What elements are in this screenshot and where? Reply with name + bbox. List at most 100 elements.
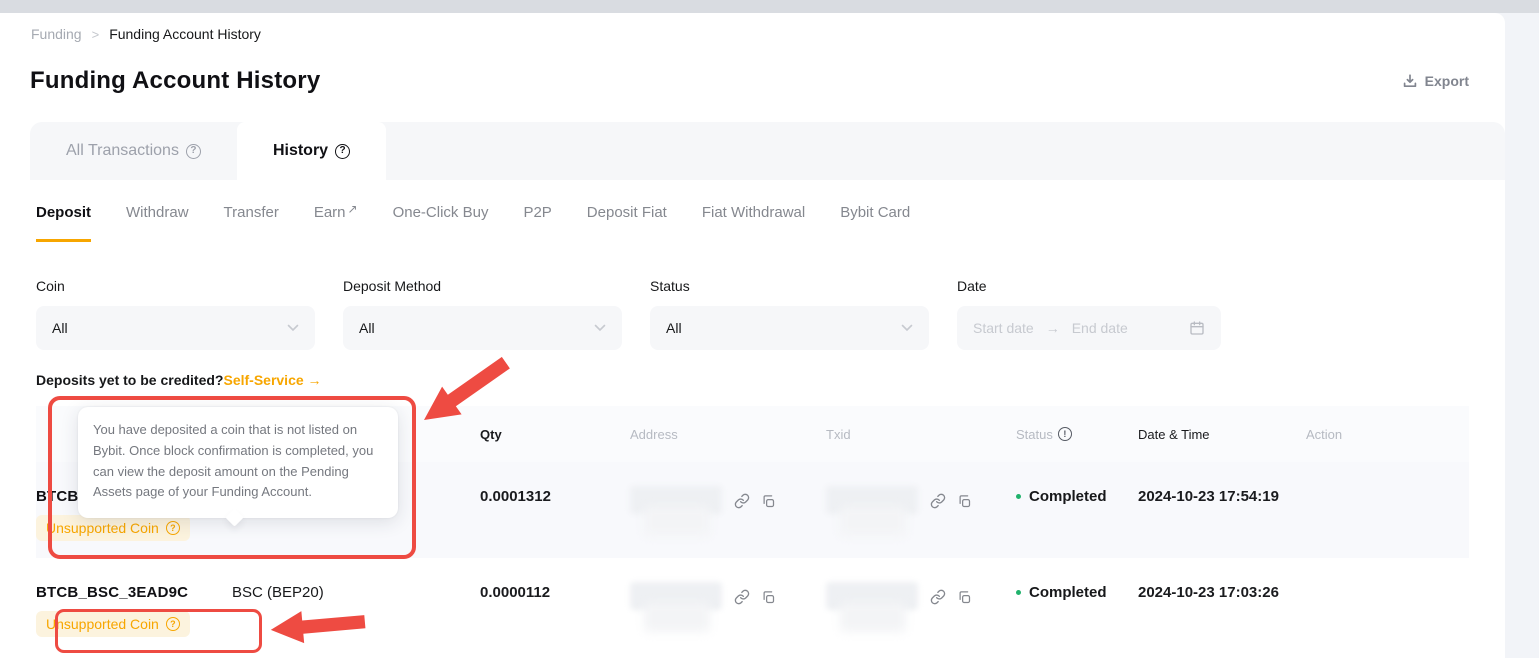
copy-icon[interactable] — [957, 590, 972, 605]
subtab-transfer-label: Transfer — [224, 204, 279, 221]
external-link-icon: ↗ — [348, 202, 358, 216]
page-title: Funding Account History — [30, 67, 320, 95]
datetime-cell: 2024-10-23 17:54:19 — [1130, 462, 1306, 505]
filter-status: Status All — [650, 278, 929, 350]
export-label: Export — [1425, 73, 1469, 89]
end-date-placeholder[interactable]: End date — [1072, 320, 1128, 336]
filter-bar: Coin All Deposit Method All Status — [36, 278, 1469, 350]
explorer-link-icon[interactable] — [734, 589, 750, 605]
help-icon[interactable]: ? — [335, 144, 350, 159]
copy-icon[interactable] — [761, 590, 776, 605]
subtab-one-click-buy-label: One-Click Buy — [393, 204, 489, 221]
subtab-fiat-withdrawal-label: Fiat Withdrawal — [702, 204, 805, 221]
table-row: BTCB_BSC_3EAD9C Unsupported Coin ? BSC (… — [36, 558, 1469, 652]
filter-status-label: Status — [650, 278, 929, 294]
title-row: Funding Account History Export — [0, 67, 1505, 95]
breadcrumb: Funding > Funding Account History — [0, 13, 1505, 42]
breadcrumb-current: Funding Account History — [109, 26, 261, 42]
subtab-bybit-card-label: Bybit Card — [840, 204, 910, 221]
status-select[interactable]: All — [650, 306, 929, 350]
qty-cell: 0.0001312 — [472, 462, 630, 505]
subtab-deposit-fiat[interactable]: Deposit Fiat — [587, 204, 667, 242]
status-info-icon[interactable]: ! — [1058, 427, 1072, 441]
header-txid: Txid — [826, 427, 1008, 442]
status-badge: Completed — [1029, 584, 1107, 601]
filter-date: Date Start date → End date — [957, 278, 1221, 350]
coin-cell: BTCB_BSC_3EAD9C Unsupported Coin ? — [36, 558, 232, 637]
subtab-one-click-buy[interactable]: One-Click Buy — [393, 204, 489, 242]
subtab-earn-label: Earn — [314, 204, 346, 221]
chevron-down-icon — [901, 324, 913, 332]
filter-date-label: Date — [957, 278, 1221, 294]
redacted-address — [630, 580, 724, 614]
explorer-link-icon[interactable] — [734, 493, 750, 509]
export-button[interactable]: Export — [1402, 73, 1469, 89]
txid-cell — [826, 558, 1008, 614]
filter-coin-label: Coin — [36, 278, 315, 294]
funding-history-page: Funding > Funding Account History Fundin… — [0, 0, 1539, 658]
header-datetime: Date & Time — [1130, 427, 1306, 442]
header-address: Address — [630, 427, 826, 442]
header-qty: Qty — [472, 427, 630, 442]
unsupported-coin-tag[interactable]: Unsupported Coin ? — [36, 515, 190, 541]
tab-strip: All Transactions ? History ? — [30, 122, 1505, 180]
tab-history[interactable]: History ? — [237, 122, 386, 180]
subtab-withdraw[interactable]: Withdraw — [126, 204, 189, 242]
action-cell — [1306, 462, 1469, 488]
start-date-placeholder[interactable]: Start date — [973, 320, 1034, 336]
self-service-arrow-icon: → — [308, 372, 322, 388]
header-status: Status! — [1008, 427, 1130, 442]
status-cell: Completed — [1008, 558, 1130, 601]
subtab-p2p-label: P2P — [523, 204, 551, 221]
status-dot-icon — [1016, 494, 1021, 499]
subtab-earn[interactable]: Earn↗ — [314, 204, 358, 242]
breadcrumb-funding[interactable]: Funding — [31, 26, 82, 42]
breadcrumb-separator-icon: > — [92, 27, 100, 42]
status-select-value: All — [666, 320, 682, 336]
copy-icon[interactable] — [957, 494, 972, 509]
unsupported-coin-tooltip: You have deposited a coin that is not li… — [78, 407, 398, 518]
notice-question: Deposits yet to be credited? — [36, 372, 223, 388]
calendar-icon[interactable] — [1189, 320, 1205, 336]
deposit-method-select[interactable]: All — [343, 306, 622, 350]
redacted-address — [630, 484, 724, 518]
coin-name: BTCB_BSC_3EAD9C — [36, 584, 232, 601]
status-cell: Completed — [1008, 462, 1130, 505]
help-icon[interactable]: ? — [186, 144, 201, 159]
subtab-bybit-card[interactable]: Bybit Card — [840, 204, 910, 242]
self-service-link[interactable]: Self-Service — [223, 372, 303, 388]
filter-coin: Coin All — [36, 278, 315, 350]
subtab-fiat-withdrawal[interactable]: Fiat Withdrawal — [702, 204, 805, 242]
unsupported-coin-label: Unsupported Coin — [46, 616, 159, 632]
deposit-method-select-value: All — [359, 320, 375, 336]
explorer-link-icon[interactable] — [930, 493, 946, 509]
filter-deposit-method-label: Deposit Method — [343, 278, 622, 294]
date-range-input[interactable]: Start date → End date — [957, 306, 1221, 350]
subtab-bar: Deposit Withdraw Transfer Earn↗ One-Clic… — [36, 180, 1469, 242]
address-cell — [630, 462, 826, 518]
txid-cell — [826, 462, 1008, 518]
copy-icon[interactable] — [761, 494, 776, 509]
subtab-deposit[interactable]: Deposit — [36, 204, 91, 242]
main-card: Funding > Funding Account History Fundin… — [0, 13, 1505, 658]
download-icon — [1402, 73, 1418, 89]
subtab-p2p[interactable]: P2P — [523, 204, 551, 242]
filter-deposit-method: Deposit Method All — [343, 278, 622, 350]
tab-all-transactions[interactable]: All Transactions ? — [30, 122, 237, 180]
address-cell — [630, 558, 826, 614]
explorer-link-icon[interactable] — [930, 589, 946, 605]
redacted-txid — [826, 484, 920, 518]
datetime-cell: 2024-10-23 17:03:26 — [1130, 558, 1306, 601]
qty-cell: 0.0000112 — [472, 558, 630, 601]
chevron-down-icon — [287, 324, 299, 332]
subtab-transfer[interactable]: Transfer — [224, 204, 279, 242]
unsupported-coin-label: Unsupported Coin — [46, 520, 159, 536]
subtab-withdraw-label: Withdraw — [126, 204, 189, 221]
tab-history-label: History — [273, 142, 328, 160]
subtab-deposit-fiat-label: Deposit Fiat — [587, 204, 667, 221]
subtab-deposit-label: Deposit — [36, 204, 91, 221]
top-window-strip — [0, 0, 1539, 13]
unsupported-coin-tag[interactable]: Unsupported Coin ? — [36, 611, 190, 637]
network-cell: BSC (BEP20) — [232, 558, 472, 601]
coin-select[interactable]: All — [36, 306, 315, 350]
